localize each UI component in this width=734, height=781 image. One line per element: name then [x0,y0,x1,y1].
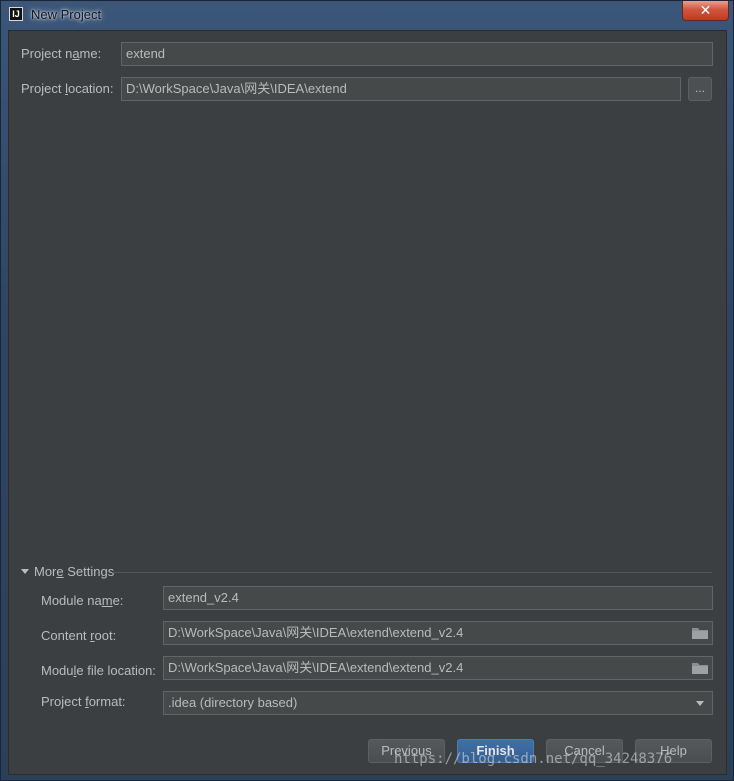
divider [112,572,712,573]
chevron-down-icon[interactable] [21,569,29,574]
content-root-label: Content root: [41,628,117,643]
project-format-select[interactable]: .idea (directory based) [163,691,713,715]
window-title: New Project [31,7,102,22]
project-name-input[interactable]: extend [121,42,713,66]
folder-icon[interactable] [692,662,708,674]
dialog-content: Project name: extend Project location: D… [8,30,727,775]
module-name-input[interactable]: extend_v2.4 [163,586,713,610]
chevron-down-icon[interactable] [696,701,704,706]
new-project-window: IJ New Project ✕ Project name: extend Pr… [0,0,734,781]
project-location-label: Project location: [21,81,114,96]
project-format-label: Project format: [41,694,126,709]
more-settings-toggle[interactable]: More Settings [34,564,114,579]
module-name-label: Module name: [41,593,124,608]
project-name-label: Project name: [21,46,102,61]
module-file-location-label: Module file location: [41,663,156,678]
content-root-input[interactable]: D:\WorkSpace\Java\网关\IDEA\extend\extend_… [163,621,713,645]
watermark: https://blog.csdn.net/qq_34248376 [394,751,673,767]
folder-icon[interactable] [692,627,708,639]
close-button[interactable]: ✕ [682,1,729,21]
module-file-location-input[interactable]: D:\WorkSpace\Java\网关\IDEA\extend\extend_… [163,656,713,680]
intellij-icon: IJ [9,7,23,21]
project-location-input[interactable]: D:\WorkSpace\Java\网关\IDEA\extend [121,77,681,101]
title-bar[interactable]: IJ New Project ✕ [1,1,733,29]
browse-button[interactable]: ... [688,77,712,101]
